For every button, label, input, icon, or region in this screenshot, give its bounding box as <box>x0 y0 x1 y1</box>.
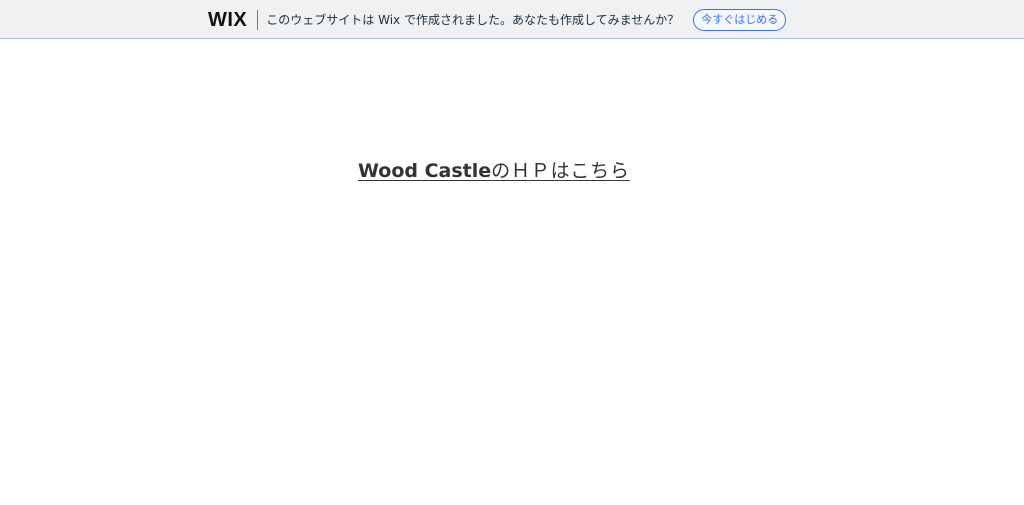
wix-ad-banner: WIX このウェブサイトは Wix で作成されました。あなたも作成してみませんか… <box>0 0 1024 39</box>
start-now-button[interactable]: 今すぐはじめる <box>693 8 787 31</box>
wood-castle-homepage-link[interactable]: Wood CastleのＨＰはこちら <box>358 156 678 183</box>
banner-message[interactable]: このウェブサイトは Wix で作成されました。あなたも作成してみませんか？ <box>266 14 679 26</box>
wix-logo[interactable]: WIX <box>208 10 247 30</box>
link-brand-name: Wood Castle <box>358 160 492 182</box>
banner-divider <box>257 9 259 30</box>
page-content: Wood CastleのＨＰはこちら <box>0 40 1024 505</box>
link-trailing-text: のＨＰはこちら <box>491 160 630 182</box>
banner-content: WIX このウェブサイトは Wix で作成されました。あなたも作成してみませんか… <box>208 0 787 39</box>
